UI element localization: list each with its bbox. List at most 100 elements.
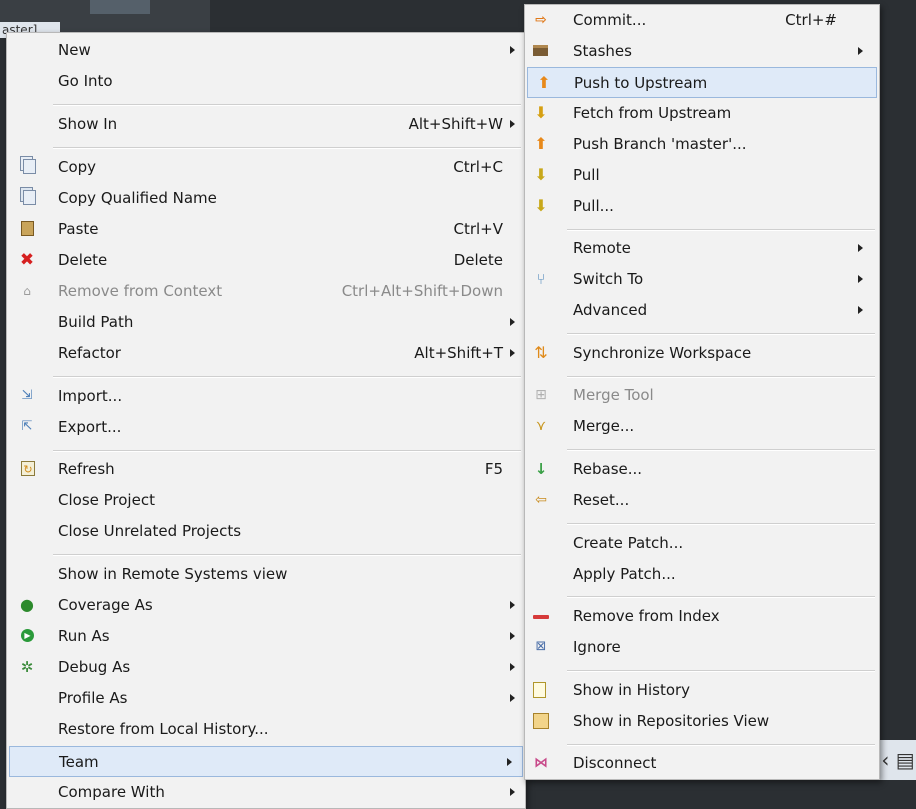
menu-item-build-path[interactable]: Build Path — [7, 307, 525, 338]
menu-item-label: Apply Patch... — [573, 565, 676, 583]
menu-item-label: Run As — [58, 627, 110, 645]
menu-item-label: Close Unrelated Projects — [58, 522, 242, 540]
menu-item-close-unrelated-projects[interactable]: Close Unrelated Projects — [7, 516, 525, 547]
menu-item-pull-dialog[interactable]: ⬇ Pull... — [525, 191, 879, 222]
menu-item-label: Remove from Context — [58, 282, 223, 300]
menu-item-remove-from-context[interactable]: ⌂ Remove from Context Ctrl+Alt+Shift+Dow… — [7, 276, 525, 307]
menu-item-shortcut: Ctrl+Alt+Shift+Down — [341, 282, 503, 300]
menu-item-apply-patch[interactable]: Apply Patch... — [525, 559, 879, 590]
menu-item-rebase[interactable]: ↓ Rebase... — [525, 454, 879, 485]
menu-item-push-to-upstream[interactable]: ⬆ Push to Upstream — [527, 67, 877, 98]
menu-item-profile-as[interactable]: Profile As — [7, 683, 525, 714]
menu-item-remote[interactable]: Remote — [525, 233, 879, 264]
menu-item-pull[interactable]: ⬇ Pull — [525, 160, 879, 191]
menu-item-merge-tool[interactable]: ⊞ Merge Tool — [525, 380, 879, 411]
menu-item-label: Show in Remote Systems view — [58, 565, 288, 583]
menu-item-label: Rebase... — [573, 460, 643, 478]
menu-separator — [567, 744, 875, 746]
submenu-arrow-icon — [858, 47, 863, 55]
menu-item-shortcut: Ctrl+C — [453, 158, 503, 176]
push-branch-icon: ⬆ — [534, 134, 548, 153]
submenu-arrow-icon — [510, 318, 515, 326]
menu-item-go-into[interactable]: Go Into — [7, 66, 525, 97]
coverage-icon: ● — [20, 595, 34, 614]
menu-item-label: Reset... — [573, 491, 630, 509]
menu-item-remove-from-index[interactable]: Remove from Index — [525, 601, 879, 632]
menu-separator — [567, 333, 875, 335]
repositories-icon — [533, 713, 549, 729]
menu-item-synchronize-workspace[interactable]: ⇅ Synchronize Workspace — [525, 338, 879, 369]
menu-separator — [53, 450, 521, 452]
view-toolbar-icon[interactable]: ‹ ▤ — [880, 740, 916, 780]
submenu-arrow-icon — [858, 306, 863, 314]
menu-item-export[interactable]: ⇱ Export... — [7, 412, 525, 443]
menu-item-label: Profile As — [58, 689, 128, 707]
menu-item-push-branch[interactable]: ⬆ Push Branch 'master'... — [525, 129, 879, 160]
menu-item-merge[interactable]: ⋎ Merge... — [525, 411, 879, 442]
menu-item-label: Paste — [58, 220, 99, 238]
menu-item-import[interactable]: ⇲ Import... — [7, 381, 525, 412]
menu-item-label: Advanced — [573, 301, 648, 319]
menu-item-coverage-as[interactable]: ● Coverage As — [7, 590, 525, 621]
menu-item-stashes[interactable]: Stashes — [525, 36, 879, 67]
export-icon: ⇱ — [21, 419, 33, 434]
menu-item-compare-with[interactable]: Compare With — [7, 777, 525, 808]
menu-item-label: Create Patch... — [573, 534, 684, 552]
menu-item-debug-as[interactable]: ✲ Debug As — [7, 652, 525, 683]
rebase-icon: ↓ — [534, 460, 548, 478]
reset-icon: ⇦ — [535, 492, 547, 508]
menu-item-paste[interactable]: Paste Ctrl+V — [7, 214, 525, 245]
menu-item-new[interactable]: New — [7, 35, 525, 66]
menu-item-show-in-repositories-view[interactable]: Show in Repositories View — [525, 706, 879, 737]
menu-item-show-in[interactable]: Show In Alt+Shift+W — [7, 109, 525, 140]
menu-item-reset[interactable]: ⇦ Reset... — [525, 485, 879, 516]
menu-item-commit[interactable]: ⇨ Commit... Ctrl+# — [525, 5, 879, 36]
menu-item-label: Remove from Index — [573, 607, 720, 625]
menu-item-show-in-history[interactable]: Show in History — [525, 675, 879, 706]
paste-icon — [21, 221, 34, 236]
menu-separator — [53, 554, 521, 556]
menu-item-close-project[interactable]: Close Project — [7, 485, 525, 516]
menu-item-shortcut: F5 — [484, 460, 503, 478]
menu-item-disconnect[interactable]: ⋈ Disconnect — [525, 748, 879, 779]
menu-item-label: Merge... — [573, 417, 635, 435]
toolbar-buttons[interactable] — [90, 0, 150, 14]
menu-separator — [567, 229, 875, 231]
menu-item-label: Show in Repositories View — [573, 712, 770, 730]
menu-item-copy-qualified-name[interactable]: Copy Qualified Name — [7, 183, 525, 214]
menu-item-advanced[interactable]: Advanced — [525, 295, 879, 326]
menu-item-label: Merge Tool — [573, 386, 654, 404]
menu-item-create-patch[interactable]: Create Patch... — [525, 528, 879, 559]
menu-item-team[interactable]: Team — [9, 746, 523, 777]
submenu-arrow-icon — [510, 632, 515, 640]
menu-item-shortcut: Ctrl+V — [453, 220, 503, 238]
menu-item-label: Stashes — [573, 42, 632, 60]
menu-item-refactor[interactable]: Refactor Alt+Shift+T — [7, 338, 525, 369]
menu-item-switch-to[interactable]: ⑂ Switch To — [525, 264, 879, 295]
menu-item-label: Show in History — [573, 681, 691, 699]
menu-item-restore-local-history[interactable]: Restore from Local History... — [7, 714, 525, 745]
menu-item-show-in-remote-systems[interactable]: Show in Remote Systems view — [7, 559, 525, 590]
menu-item-shortcut: Alt+Shift+T — [414, 344, 503, 362]
menu-item-label: Copy Qualified Name — [58, 189, 217, 207]
menu-item-label: Push Branch 'master'... — [573, 135, 747, 153]
submenu-arrow-icon — [510, 788, 515, 796]
commit-icon: ⇨ — [535, 12, 547, 28]
menu-item-ignore[interactable]: ⊠ Ignore — [525, 632, 879, 663]
history-icon — [533, 682, 546, 698]
menu-item-delete[interactable]: ✖ Delete Delete — [7, 245, 525, 276]
submenu-arrow-icon — [858, 275, 863, 283]
menu-item-run-as[interactable]: ▶ Run As — [7, 621, 525, 652]
menu-item-label: Synchronize Workspace — [573, 344, 752, 362]
menu-item-label: Go Into — [58, 72, 113, 90]
remove-context-icon: ⌂ — [23, 284, 31, 298]
copy-qualified-name-icon — [23, 190, 36, 205]
submenu-arrow-icon — [510, 120, 515, 128]
disconnect-icon: ⋈ — [534, 755, 548, 771]
menu-item-refresh[interactable]: ↻ Refresh F5 — [7, 454, 525, 485]
menu-item-label: Export... — [58, 418, 122, 436]
menu-item-copy[interactable]: Copy Ctrl+C — [7, 152, 525, 183]
menu-separator — [567, 596, 875, 598]
menu-separator — [53, 104, 521, 106]
menu-item-fetch-from-upstream[interactable]: ⬇ Fetch from Upstream — [525, 98, 879, 129]
